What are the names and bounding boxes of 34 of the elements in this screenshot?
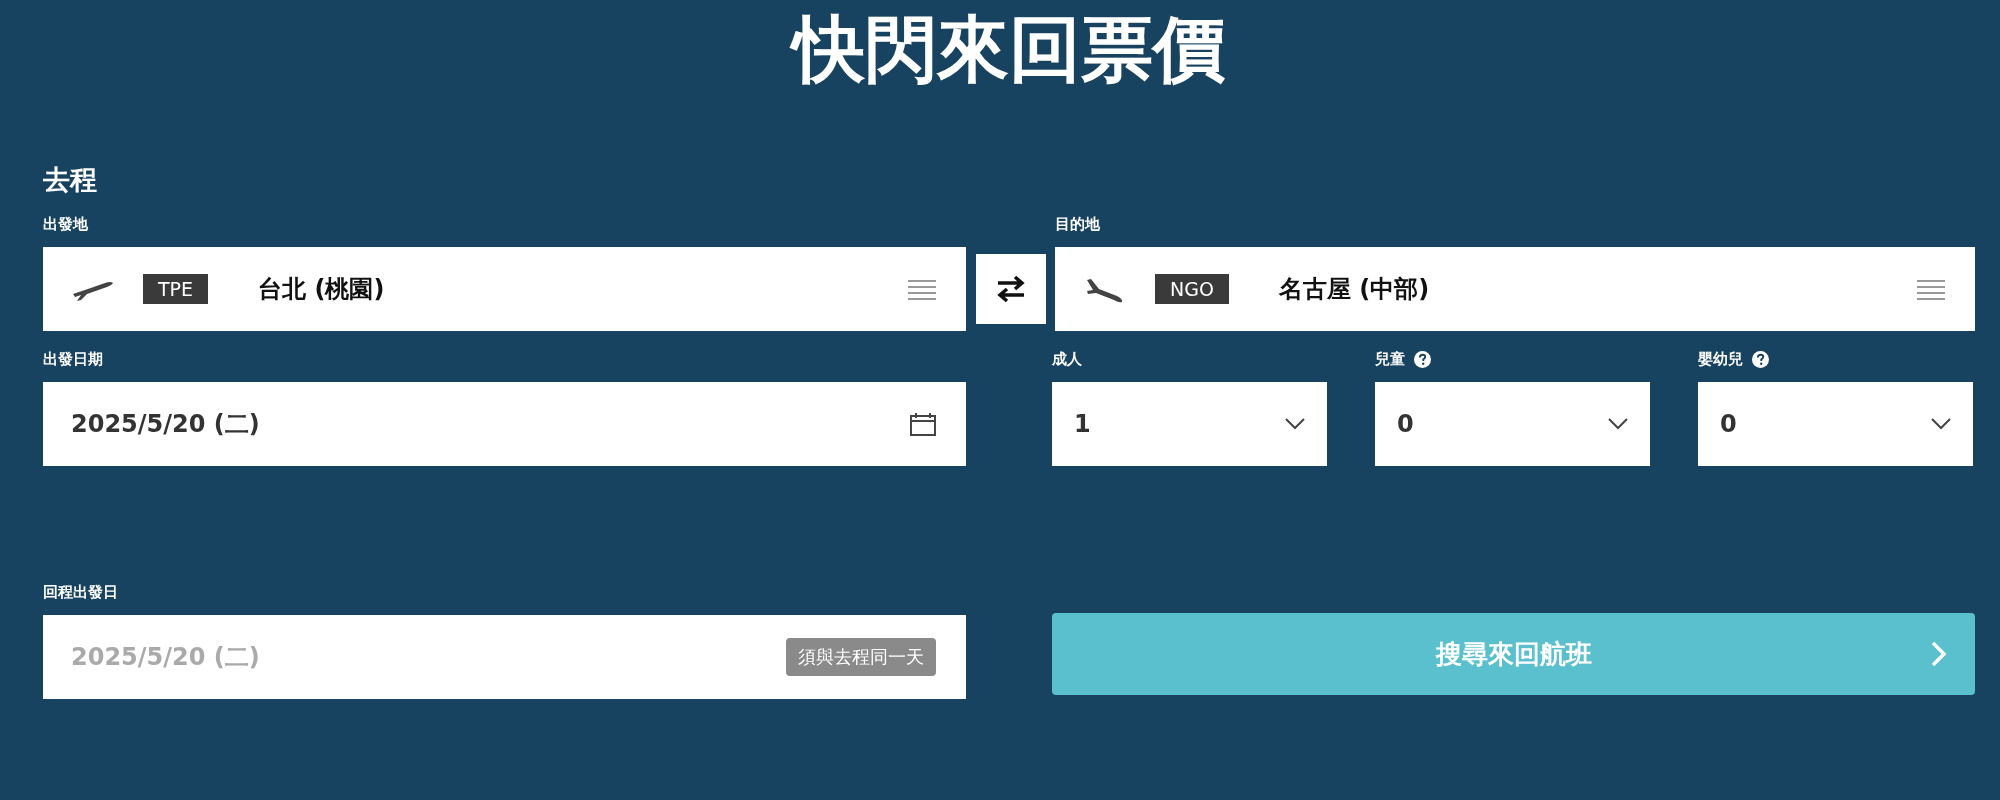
passenger-count-select[interactable]: 0 [1375, 382, 1650, 466]
date-value: 2025/5/20 (二) [71, 642, 260, 673]
chevron-down-icon [1608, 418, 1628, 430]
calendar-icon [910, 412, 936, 436]
field-label: 目的地 [1055, 214, 1101, 234]
page-title: 快閃來回票價 [43, 0, 1975, 98]
airport-code-badge: NGO [1155, 274, 1229, 304]
location-field[interactable]: NGO 名古屋 (中部) [1055, 247, 1975, 331]
date-value: 2025/5/20 (二) [71, 409, 260, 440]
swap-arrows-icon [996, 275, 1026, 303]
city-name: 名古屋 (中部) [1278, 274, 1431, 305]
passenger-count-select[interactable]: 0 [1698, 382, 1973, 466]
chevron-down-icon [1285, 418, 1305, 430]
list-icon [908, 278, 936, 300]
same-day-note: 須與去程同一天 [786, 638, 936, 676]
section-heading: 去程 [43, 163, 98, 197]
select-value: 0 [1720, 410, 1737, 438]
city-name: 台北 (桃園) [258, 274, 386, 305]
chevron-right-icon [1931, 641, 1947, 667]
chevron-down-icon [1931, 418, 1951, 430]
field-label: 嬰幼兒 [1698, 349, 1743, 369]
field-label: 兒童 [1375, 349, 1405, 369]
location-field[interactable]: TPE 台北 (桃園) [43, 247, 966, 331]
field-label: 出發日期 [43, 349, 104, 369]
swap-button[interactable] [976, 254, 1046, 324]
passenger-count-select[interactable]: 1 [1052, 382, 1327, 466]
field-label: 成人 [1052, 349, 1082, 369]
field-label: 回程出發日 [43, 582, 119, 602]
airport-code-badge: TPE [143, 274, 209, 304]
select-value: 0 [1397, 410, 1414, 438]
field-label: 出發地 [43, 214, 89, 234]
list-icon [1917, 278, 1945, 300]
select-value: 1 [1074, 410, 1091, 438]
date-field[interactable]: 2025/5/20 (二) [43, 382, 966, 466]
